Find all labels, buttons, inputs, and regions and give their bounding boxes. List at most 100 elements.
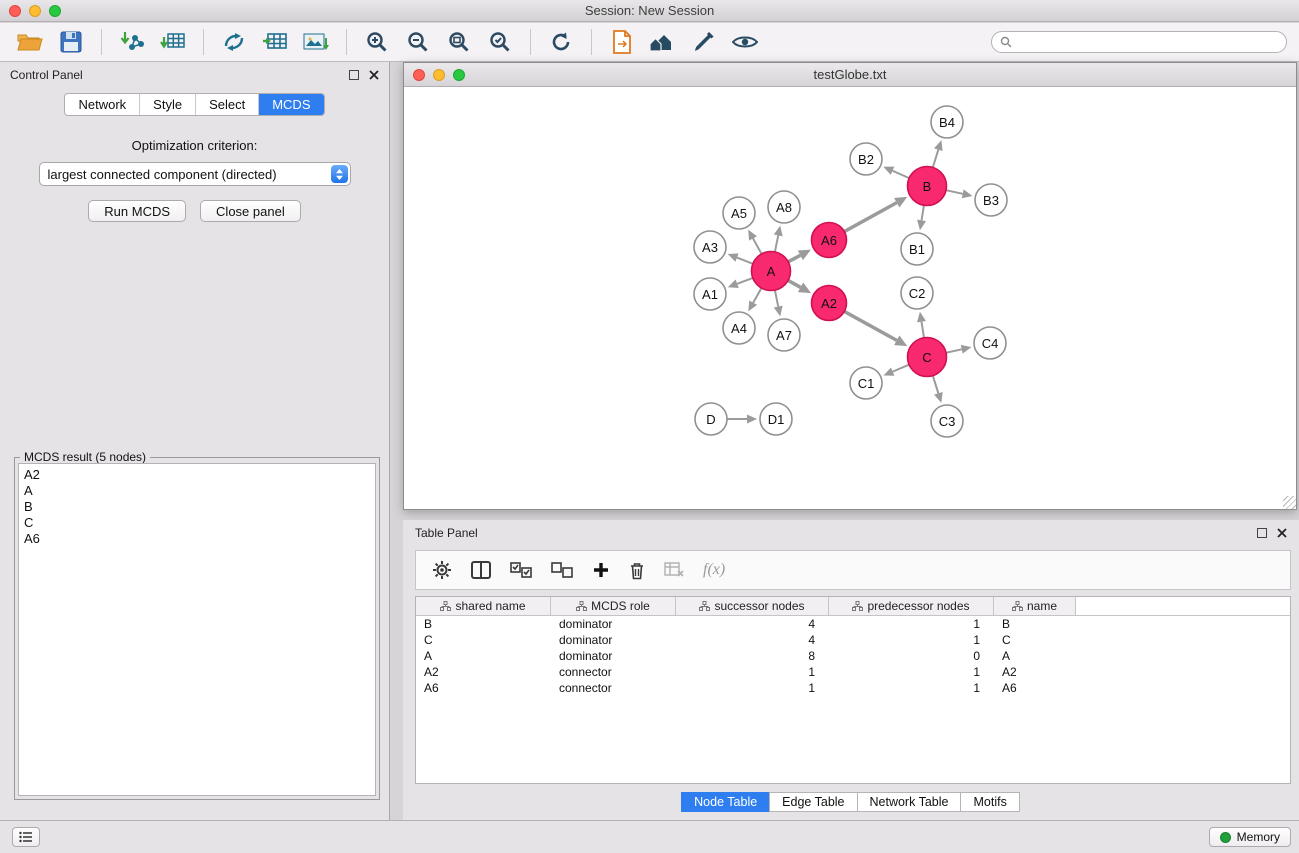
graph-node-D[interactable]: D [695, 403, 727, 435]
export-table-button[interactable] [257, 27, 293, 57]
tab-select[interactable]: Select [195, 94, 258, 115]
graph-node-A7[interactable]: A7 [768, 319, 800, 351]
column-header-name[interactable]: name [994, 597, 1076, 615]
tab-network[interactable]: Network [65, 94, 139, 115]
export-image-button[interactable] [298, 27, 334, 57]
graph-node-B1[interactable]: B1 [901, 233, 933, 265]
tab-mcds[interactable]: MCDS [258, 94, 323, 115]
graph-edge-A6-B[interactable] [844, 197, 907, 232]
zoom-in-button[interactable] [359, 27, 395, 57]
import-table-button[interactable] [155, 27, 191, 57]
table-row[interactable]: Bdominator41B [416, 616, 1290, 632]
add-row-button[interactable] [592, 561, 610, 579]
graph-edge-A-A5[interactable] [748, 230, 761, 254]
tab-edge-table[interactable]: Edge Table [769, 792, 857, 812]
graph-edge-A-A1[interactable] [728, 278, 753, 288]
search-input[interactable] [1017, 35, 1278, 49]
network-zoom-button[interactable] [453, 69, 465, 81]
network-window-titlebar[interactable]: testGlobe.txt [404, 63, 1296, 87]
minimize-window-button[interactable] [29, 5, 41, 17]
tab-network-table[interactable]: Network Table [857, 792, 962, 812]
graph-edge-C-C1[interactable] [883, 365, 909, 376]
zoom-fit-button[interactable] [441, 27, 477, 57]
graph-edge-C-C3[interactable] [933, 376, 943, 403]
result-item[interactable]: A2 [19, 467, 375, 483]
column-header-shared-name[interactable]: shared name [416, 597, 551, 615]
open-file-button[interactable] [12, 27, 48, 57]
graph-node-A4[interactable]: A4 [723, 312, 755, 344]
graph-node-A3[interactable]: A3 [694, 231, 726, 263]
graph-node-C3[interactable]: C3 [931, 405, 963, 437]
import-network-button[interactable] [114, 27, 150, 57]
zoom-selected-button[interactable] [482, 27, 518, 57]
unselect-all-button[interactable] [551, 562, 573, 578]
network-close-button[interactable] [413, 69, 425, 81]
memory-button[interactable]: Memory [1209, 827, 1291, 847]
zoom-window-button[interactable] [49, 5, 61, 17]
close-table-panel-icon[interactable] [1277, 528, 1287, 538]
graph-edge-C-C4[interactable] [946, 345, 971, 354]
graph-edge-A-A2[interactable] [788, 280, 811, 293]
table-row[interactable]: Adominator80A [416, 648, 1290, 664]
show-hide-button[interactable] [727, 27, 763, 57]
function-builder-button[interactable]: f(x) [703, 561, 725, 579]
graph-edge-A-A7[interactable] [774, 290, 783, 316]
column-header-MCDS-role[interactable]: MCDS role [551, 597, 676, 615]
tab-node-table[interactable]: Node Table [681, 792, 770, 812]
graph-edge-A-A6[interactable] [788, 250, 811, 262]
result-item[interactable]: C [19, 515, 375, 531]
result-item[interactable]: A6 [19, 531, 375, 547]
close-panel-button[interactable]: Close panel [200, 200, 301, 222]
optimization-dropdown[interactable]: largest connected component (directed) [39, 162, 351, 186]
column-header-successor-nodes[interactable]: successor nodes [676, 597, 829, 615]
graph-edge-A-A8[interactable] [774, 226, 783, 252]
close-panel-icon[interactable] [369, 70, 379, 80]
zoom-out-button[interactable] [400, 27, 436, 57]
graph-edge-C-C2[interactable] [917, 312, 926, 338]
tab-style[interactable]: Style [139, 94, 195, 115]
home-button[interactable] [645, 27, 681, 57]
graph-node-A1[interactable]: A1 [694, 278, 726, 310]
table-row[interactable]: A6connector11A6 [416, 680, 1290, 696]
network-minimize-button[interactable] [433, 69, 445, 81]
graph-node-C1[interactable]: C1 [850, 367, 882, 399]
graph-edge-A-A4[interactable] [748, 288, 761, 311]
graph-node-B4[interactable]: B4 [931, 106, 963, 138]
column-header-predecessor-nodes[interactable]: predecessor nodes [829, 597, 994, 615]
first-network-button[interactable] [604, 27, 640, 57]
graph-node-C2[interactable]: C2 [901, 277, 933, 309]
graph-edge-A2-C[interactable] [844, 311, 907, 346]
graph-edge-B-B2[interactable] [883, 167, 909, 178]
save-session-button[interactable] [53, 27, 89, 57]
graph-node-C4[interactable]: C4 [974, 327, 1006, 359]
run-mcds-button[interactable]: Run MCDS [88, 200, 186, 222]
graph-node-A2[interactable]: A2 [812, 286, 847, 321]
delete-row-button[interactable] [629, 561, 645, 580]
graph-edge-A-A3[interactable] [728, 253, 753, 263]
style-button[interactable] [686, 27, 722, 57]
table-row[interactable]: Cdominator41C [416, 632, 1290, 648]
resize-grip[interactable] [1283, 496, 1296, 509]
graph-node-B[interactable]: B [908, 167, 947, 206]
graph-edge-B-B4[interactable] [933, 140, 943, 167]
table-settings-button[interactable] [432, 560, 452, 580]
tab-motifs[interactable]: Motifs [960, 792, 1019, 812]
graph-edge-B-B1[interactable] [917, 205, 926, 230]
graph-edge-B-B3[interactable] [946, 189, 972, 198]
task-history-button[interactable] [12, 827, 40, 847]
graph-node-B3[interactable]: B3 [975, 184, 1007, 216]
export-network-button[interactable] [216, 27, 252, 57]
delete-table-button[interactable] [664, 562, 684, 578]
float-panel-icon[interactable] [349, 70, 359, 80]
column-browser-button[interactable] [471, 561, 491, 579]
graph-node-A5[interactable]: A5 [723, 197, 755, 229]
refresh-view-button[interactable] [543, 27, 579, 57]
result-item[interactable]: B [19, 499, 375, 515]
close-window-button[interactable] [9, 5, 21, 17]
graph-node-A[interactable]: A [752, 252, 791, 291]
graph-edge-D-D1[interactable] [727, 415, 757, 424]
graph-node-A6[interactable]: A6 [812, 223, 847, 258]
graph-node-B2[interactable]: B2 [850, 143, 882, 175]
network-canvas[interactable]: B4B2BB3A5A8A6B1A3AC2A1A2A4A7C4CC1C3DD1 [404, 88, 1296, 509]
graph-node-D1[interactable]: D1 [760, 403, 792, 435]
